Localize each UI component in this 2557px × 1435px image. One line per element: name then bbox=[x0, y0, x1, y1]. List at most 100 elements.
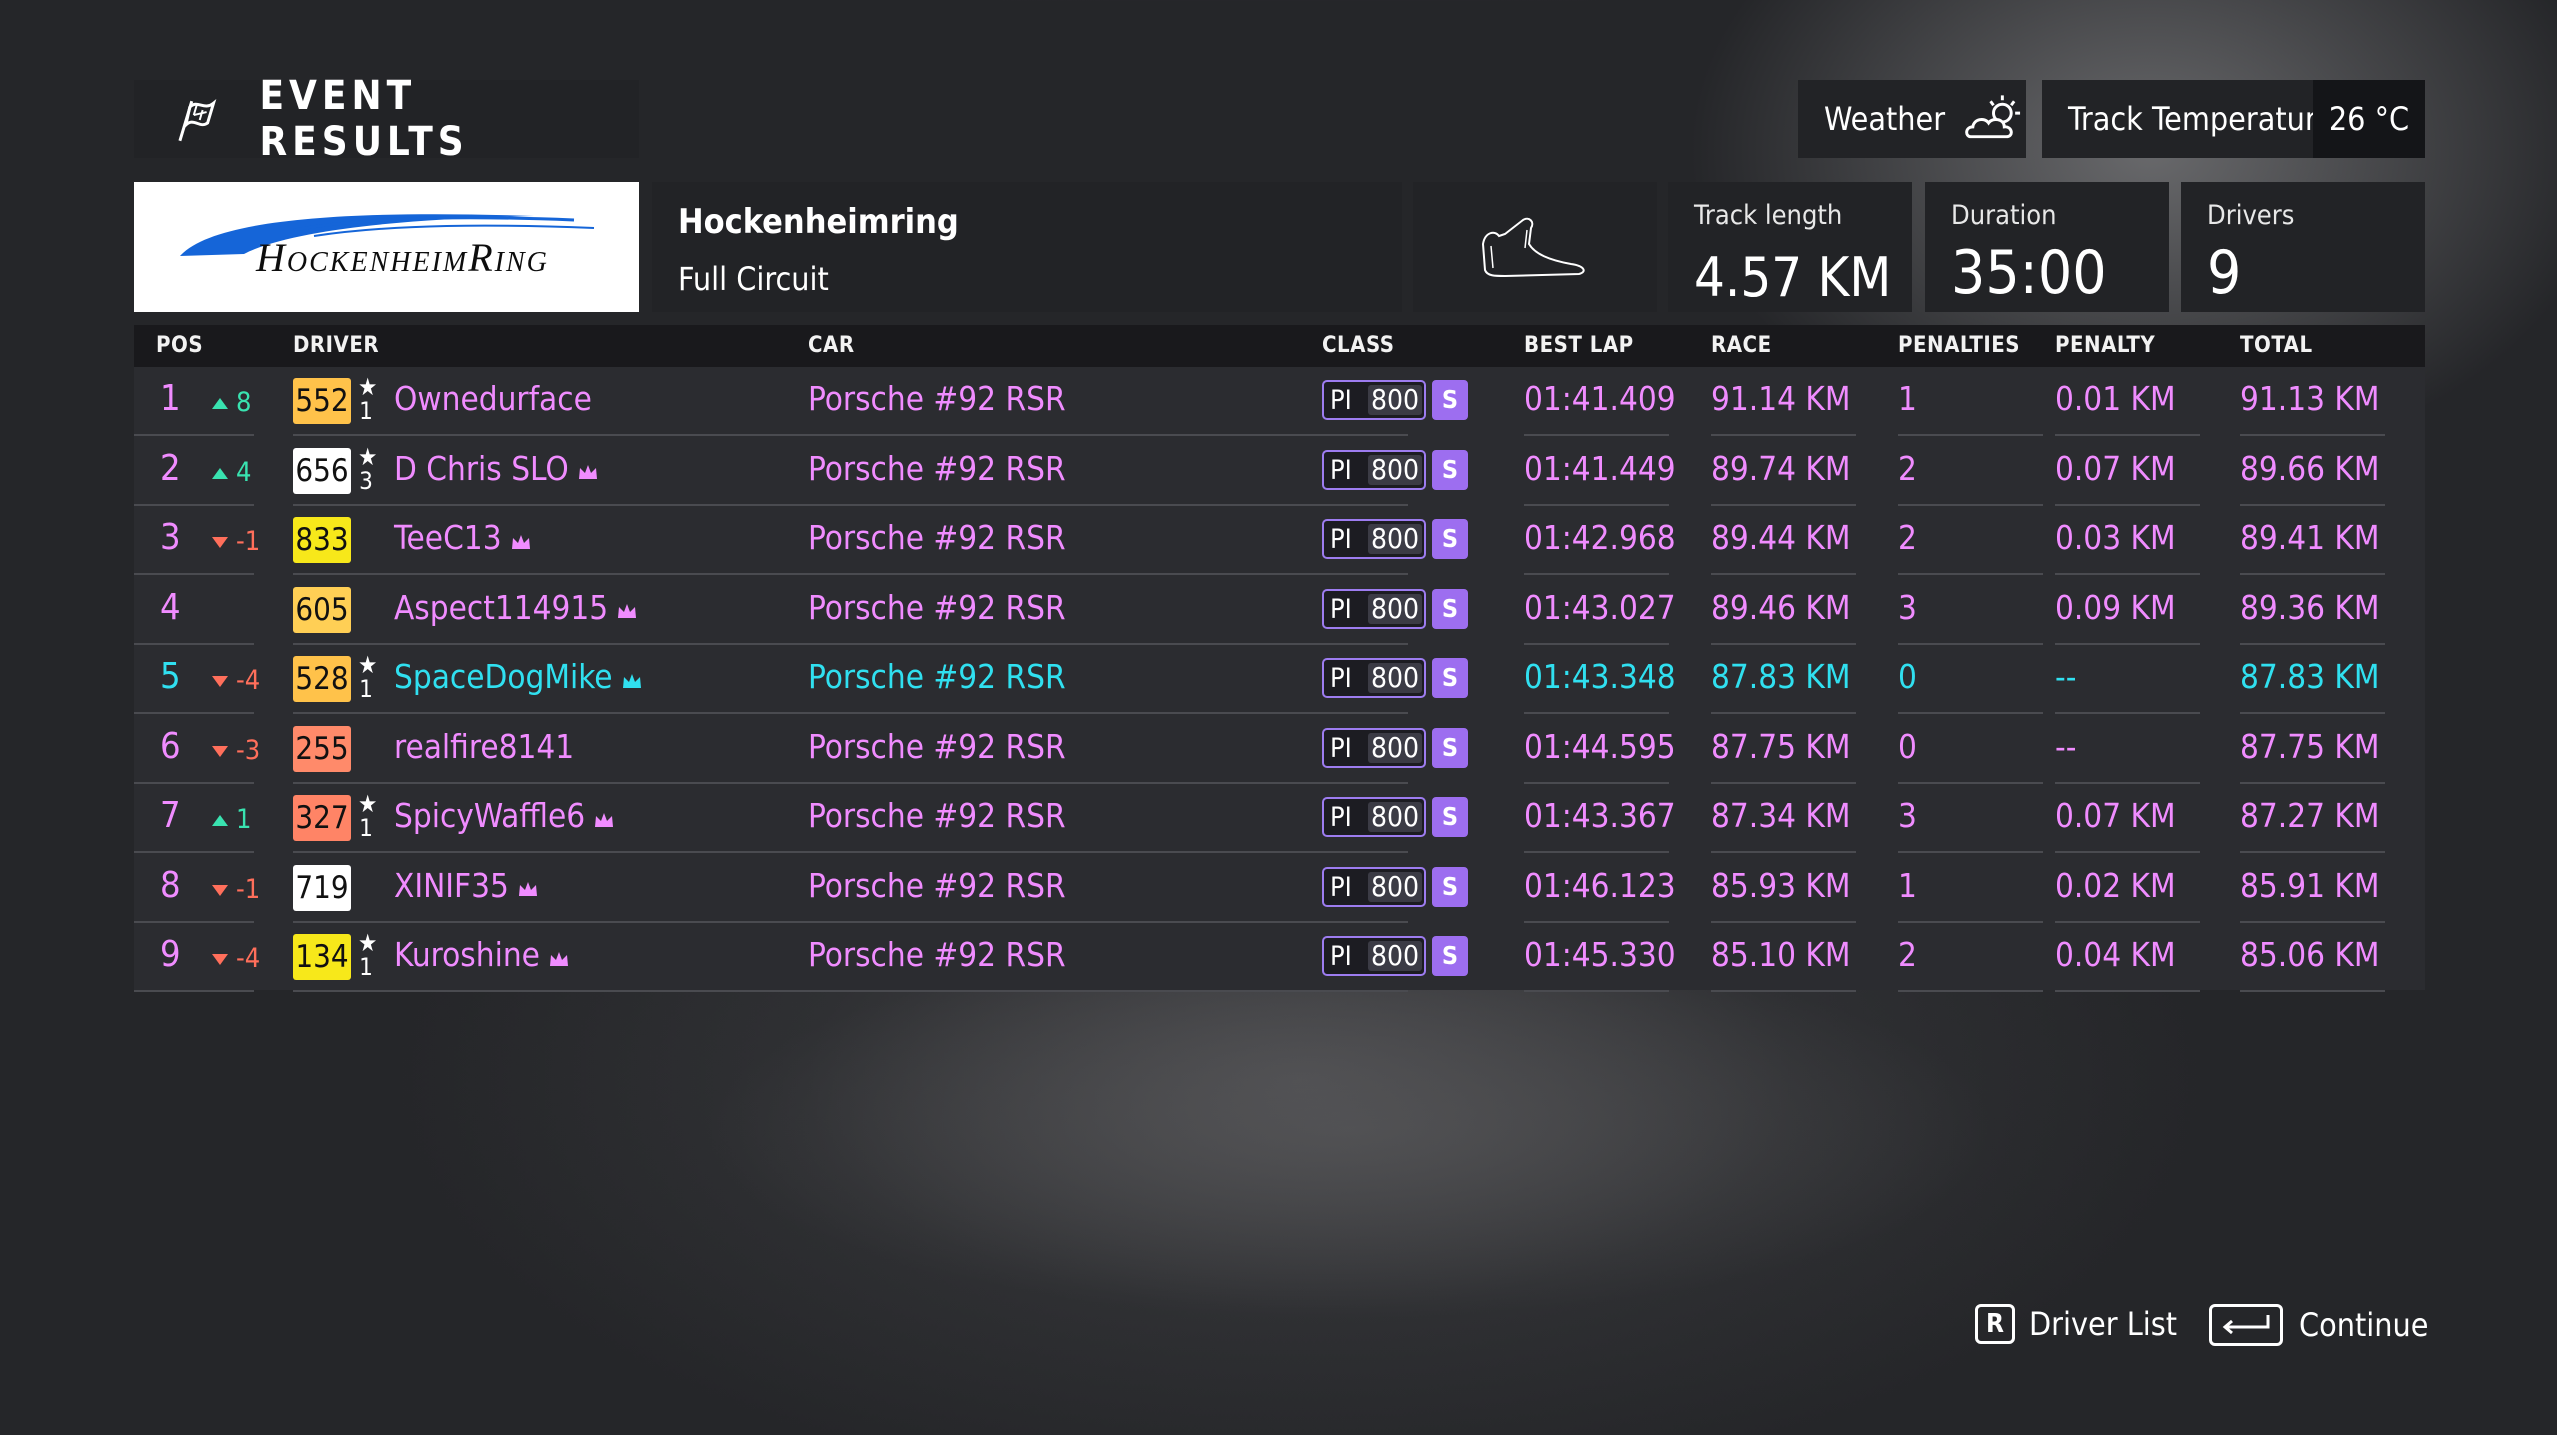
driver-name-cell: Kuroshine bbox=[394, 935, 570, 977]
track-temperature-value: 26 °C bbox=[2313, 80, 2425, 158]
arrow-down-icon bbox=[212, 745, 228, 757]
best-lap: 01:42.968 bbox=[1524, 518, 1676, 557]
class-letter: S bbox=[1432, 797, 1468, 837]
driver-name-cell: SpicyWaffle6 bbox=[394, 796, 615, 838]
class-letter: S bbox=[1432, 866, 1468, 907]
weather-panel: Weather bbox=[1798, 80, 2026, 158]
partly-cloudy-icon bbox=[1965, 95, 2021, 139]
position: 7 bbox=[160, 795, 181, 836]
position: 9 bbox=[160, 934, 181, 975]
drivers-label: Drivers bbox=[2207, 200, 2295, 231]
driver-list-label: Driver List bbox=[2029, 1305, 2178, 1343]
track-map-icon bbox=[1481, 217, 1585, 278]
pi-badge: PI 800 bbox=[1322, 588, 1426, 629]
car-name: Porsche #92 RSR bbox=[808, 865, 1066, 905]
race-distance: 89.46 KM bbox=[1711, 587, 1851, 627]
driver-rating: 134 bbox=[293, 934, 351, 980]
table-row[interactable]: 2 4 656 ★ 3 D Chris SLO Porsche #92 RSR PI 800 S 0… bbox=[134, 437, 2425, 506]
driver-name-cell: Aspect114915 bbox=[394, 588, 638, 630]
position: 1 bbox=[160, 378, 181, 419]
title-bar: EVENT RESULTS bbox=[134, 73, 639, 165]
penalty-distance: 0.03 KM bbox=[2055, 518, 2176, 557]
pi-label: PI bbox=[1330, 524, 1352, 555]
penalty-distance: 0.02 KM bbox=[2055, 865, 2176, 905]
race-distance: 87.83 KM bbox=[1711, 657, 1851, 696]
safety-rank: ★ 1 bbox=[358, 931, 377, 981]
position-change: 4 bbox=[212, 453, 251, 493]
driver-name: TeeC13 bbox=[394, 518, 502, 557]
race-distance: 91.14 KM bbox=[1711, 379, 1851, 418]
position: 4 bbox=[160, 586, 181, 628]
penalty-distance: 0.07 KM bbox=[2055, 796, 2176, 835]
arrow-up-icon bbox=[212, 815, 228, 826]
row-divider bbox=[808, 990, 1408, 992]
enter-key-icon bbox=[2209, 1304, 2283, 1346]
track-length-label: Track length bbox=[1694, 200, 1843, 231]
col-total: TOTAL bbox=[2240, 333, 2313, 358]
table-row[interactable]: 7 1 327 ★ 1 SpicyWaffle6 Porsche #92 RSR PI 800 S… bbox=[134, 784, 2425, 853]
position-change-value: 8 bbox=[236, 387, 252, 418]
col-race: RACE bbox=[1711, 333, 1772, 358]
arrow-down-icon bbox=[212, 884, 228, 896]
table-row[interactable]: 8 -1 719 XINIF35 Porsche #92 RSR PI 800 S 01:46.… bbox=[134, 854, 2425, 923]
position-change-value: -1 bbox=[236, 526, 261, 557]
checkered-flag-icon bbox=[178, 99, 217, 142]
driver-name: Aspect114915 bbox=[394, 587, 609, 627]
class-letter: S bbox=[1432, 519, 1468, 559]
table-row[interactable]: 9 -4 134 ★ 1 Kuroshine Porsche #92 RSR PI 800 S 01… bbox=[134, 923, 2425, 992]
continue-label: Continue bbox=[2299, 1306, 2429, 1344]
col-driver: DRIVER bbox=[293, 333, 380, 358]
page-title: EVENT RESULTS bbox=[259, 73, 469, 165]
row-divider bbox=[293, 990, 893, 992]
pi-badge: PI 800 bbox=[1322, 658, 1426, 698]
safety-rank-value: 1 bbox=[359, 953, 373, 981]
pi-badge: PI 800 bbox=[1322, 936, 1426, 976]
class-letter: S bbox=[1432, 727, 1468, 768]
table-header: POS DRIVER CAR CLASS BEST LAP RACE PENAL… bbox=[134, 325, 2425, 367]
pi-value: 800 bbox=[1368, 454, 1422, 485]
drivers-value: 9 bbox=[2207, 238, 2242, 308]
table-row[interactable]: 6 -3 255 realfire8141 Porsche #92 RSR PI 800 S 0… bbox=[134, 715, 2425, 784]
row-divider bbox=[2240, 990, 2385, 992]
pi-badge: PI 800 bbox=[1322, 519, 1426, 559]
safety-rank-value: 3 bbox=[359, 466, 373, 495]
track-name-panel: Hockenheimring Full Circuit bbox=[652, 182, 1402, 312]
safety-rank: ★ 1 bbox=[358, 653, 377, 701]
arrow-down-icon bbox=[212, 676, 228, 687]
col-best-lap: BEST LAP bbox=[1524, 333, 1634, 358]
position: 6 bbox=[160, 725, 181, 767]
duration-label: Duration bbox=[1951, 200, 2057, 231]
best-lap: 01:45.330 bbox=[1524, 935, 1676, 974]
row-divider bbox=[1898, 990, 2043, 992]
total-distance: 85.91 KM bbox=[2240, 865, 2380, 905]
class-letter: S bbox=[1432, 380, 1468, 420]
total-distance: 87.83 KM bbox=[2240, 657, 2380, 696]
driver-rating: 605 bbox=[293, 586, 351, 633]
table-row[interactable]: 5 -4 528 ★ 1 SpaceDogMike Porsche #92 RSR PI 800… bbox=[134, 645, 2425, 714]
table-row[interactable]: 3 -1 833 TeeC13 Porsche #92 RSR PI 800 S 01:42.9… bbox=[134, 506, 2425, 575]
pi-value: 800 bbox=[1368, 732, 1422, 763]
pi-label: PI bbox=[1330, 663, 1352, 694]
track-layout: Full Circuit bbox=[678, 260, 829, 298]
driver-list-button[interactable]: R Driver List bbox=[1975, 1304, 2177, 1344]
pi-label: PI bbox=[1330, 454, 1352, 486]
best-lap: 01:43.367 bbox=[1524, 796, 1676, 835]
position-change-value: -4 bbox=[236, 943, 261, 974]
penalty-count: 3 bbox=[1898, 796, 1917, 835]
table-row[interactable]: 1 8 552 ★ 1 Ownedurface Porsche #92 RSR PI 800 S 0… bbox=[134, 367, 2425, 436]
class-badge: PI 800 S bbox=[1322, 936, 1472, 976]
table-row[interactable]: 4 605 Aspect114915 Porsche #92 RSR PI 800 S 01:… bbox=[134, 576, 2425, 645]
position-change: -1 bbox=[212, 522, 260, 562]
penalty-distance: -- bbox=[2055, 726, 2077, 766]
class-badge: PI 800 S bbox=[1322, 519, 1472, 559]
safety-rank-value: 1 bbox=[359, 814, 373, 842]
pi-label: PI bbox=[1330, 871, 1352, 903]
driver-rating: 719 bbox=[293, 864, 351, 911]
continue-button[interactable]: Continue bbox=[2209, 1304, 2428, 1346]
row-divider bbox=[2055, 990, 2200, 992]
class-letter: S bbox=[1432, 449, 1468, 490]
driver-name-cell: XINIF35 bbox=[394, 866, 539, 908]
col-penalty: PENALTY bbox=[2055, 333, 2156, 358]
car-name: Porsche #92 RSR bbox=[808, 518, 1066, 557]
best-lap: 01:43.348 bbox=[1524, 657, 1676, 696]
